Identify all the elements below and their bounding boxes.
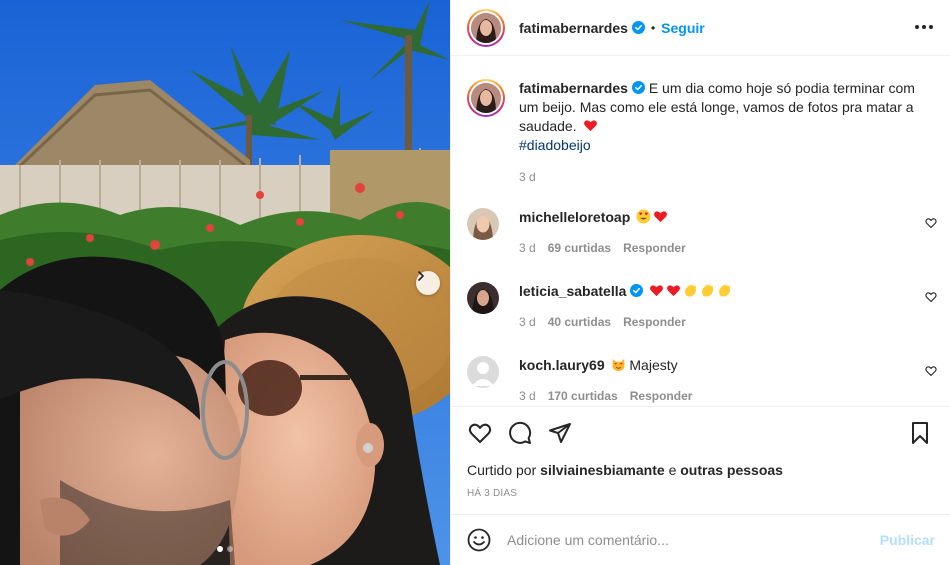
comment-meta: 3 d 170 curtidas Responder	[519, 389, 692, 403]
liked-by-prefix: Curtido por	[467, 462, 537, 478]
reply-button[interactable]: Responder	[630, 389, 693, 403]
save-bookmark-icon[interactable]	[908, 421, 932, 445]
liked-by-others[interactable]: outras pessoas	[680, 462, 783, 478]
caption-author-username[interactable]: fatimabernardes	[519, 80, 628, 96]
carousel-dot-active	[217, 546, 223, 552]
comment-like-icon[interactable]	[925, 217, 937, 229]
commenter-avatar[interactable]	[467, 356, 499, 388]
comment-item: michelleloretoap 3 d 69 curtidas Respond…	[467, 208, 937, 255]
post-caption: fatimabernardes E um dia como hoje só po…	[467, 79, 937, 155]
chevron-right-icon	[418, 271, 424, 281]
liked-by-suffix: e	[668, 462, 677, 478]
comment-likes[interactable]: 40 curtidas	[548, 315, 611, 329]
caption-hashtag[interactable]: #diadobeijo	[519, 137, 591, 153]
carousel-indicator	[0, 546, 450, 552]
instagram-post: fatimabernardes • Seguir fatimabernardes…	[0, 0, 950, 565]
comment-item: koch.laury69 Majesty 3 d 170 curtidas Re…	[467, 356, 937, 403]
post-header: fatimabernardes • Seguir	[451, 0, 950, 56]
comment-meta: 3 d 69 curtidas Responder	[519, 241, 686, 255]
reply-button[interactable]: Responder	[623, 315, 686, 329]
follow-button[interactable]: Seguir	[661, 20, 705, 36]
carousel-next-button[interactable]	[416, 271, 440, 295]
caption-author-avatar[interactable]	[467, 79, 505, 117]
comment-input[interactable]	[507, 532, 867, 548]
comment-like-icon[interactable]	[925, 291, 937, 303]
post-timestamp[interactable]: HÁ 3 DIAS	[467, 488, 517, 499]
verified-badge-icon	[631, 21, 645, 34]
comment-likes[interactable]: 170 curtidas	[548, 389, 618, 403]
commenter-username[interactable]: leticia_sabatella	[519, 283, 626, 299]
comment-time[interactable]: 3 d	[519, 389, 536, 403]
verified-badge-icon	[630, 284, 644, 297]
more-options-icon[interactable]	[915, 18, 933, 36]
post-details-panel: fatimabernardes • Seguir fatimabernardes…	[450, 0, 950, 565]
heart-eyes-emoji-icon	[636, 209, 651, 224]
red-heart-emoji-icon	[667, 285, 681, 297]
comment-like-icon[interactable]	[925, 365, 937, 377]
author-username[interactable]: fatimabernardes	[519, 20, 628, 36]
avatar-photo	[471, 83, 501, 113]
header-separator: •	[650, 20, 656, 35]
comment-meta: 3 d 40 curtidas Responder	[519, 315, 686, 329]
share-icon[interactable]	[548, 421, 572, 445]
liked-by-user[interactable]: silviainesbiamante	[540, 462, 665, 478]
comment-icon[interactable]	[508, 421, 532, 445]
clap-emoji-icon	[702, 284, 714, 297]
comment-item: leticia_sabatella 3 d 40 curtidas Respon…	[467, 282, 937, 329]
reply-button[interactable]: Responder	[623, 241, 686, 255]
post-photo[interactable]	[0, 0, 450, 565]
comment-time[interactable]: 3 d	[519, 241, 536, 255]
comment-time[interactable]: 3 d	[519, 315, 536, 329]
red-heart-emoji-icon	[654, 211, 668, 223]
caption-timestamp[interactable]: 3 d	[519, 170, 536, 184]
comments-list[interactable]: fatimabernardes E um dia como hoje só po…	[451, 57, 950, 406]
comment-text: Majesty	[629, 357, 678, 373]
photo-kiss-scene	[0, 0, 450, 565]
add-comment-bar: Publicar	[451, 514, 950, 565]
liked-by-summary: Curtido por silviainesbiamante e outras …	[467, 462, 783, 478]
clap-emoji-icon	[685, 284, 697, 297]
avatar-photo	[471, 12, 501, 43]
comment-likes[interactable]: 69 curtidas	[548, 241, 611, 255]
clap-emoji-icon	[719, 284, 731, 297]
verified-badge-icon	[631, 81, 645, 94]
commenter-username[interactable]: michelleloretoap	[519, 209, 630, 225]
red-heart-emoji-icon	[650, 285, 664, 297]
commenter-username[interactable]: koch.laury69	[519, 357, 605, 373]
commenter-avatar[interactable]	[467, 208, 499, 240]
red-heart-emoji-icon	[583, 120, 597, 132]
publish-button[interactable]: Publicar	[880, 532, 935, 548]
carousel-dot	[227, 546, 233, 552]
post-actions: Curtido por silviainesbiamante e outras …	[451, 406, 950, 514]
heart-eyes-cat-emoji-icon	[611, 358, 625, 372]
author-avatar[interactable]	[467, 8, 505, 47]
emoji-picker-icon[interactable]	[467, 528, 491, 552]
like-icon[interactable]	[468, 421, 492, 445]
commenter-avatar[interactable]	[467, 282, 499, 314]
